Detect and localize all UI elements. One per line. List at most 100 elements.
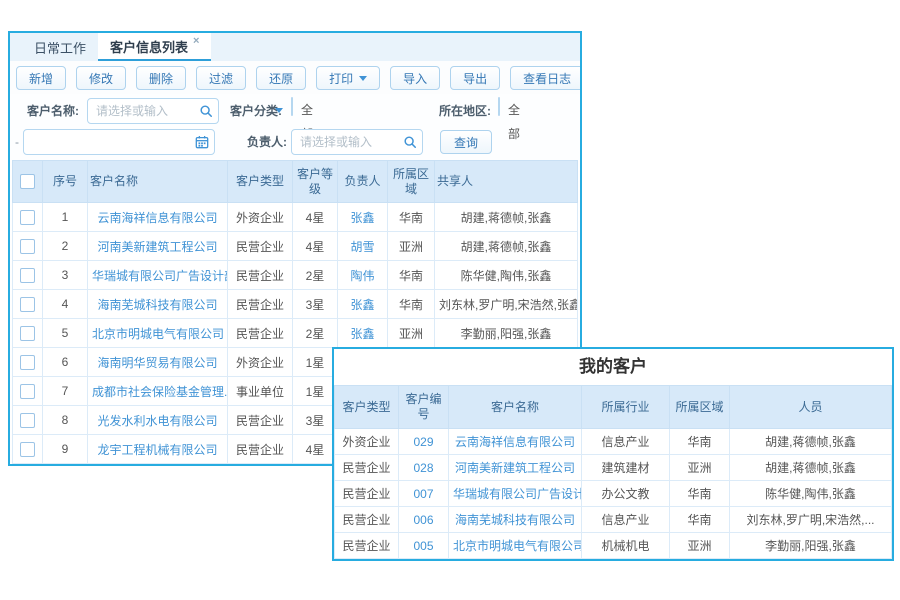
row-checkbox[interactable]	[20, 384, 35, 399]
customer-code-link[interactable]: 005	[413, 539, 433, 553]
customer-name-input[interactable]	[87, 98, 219, 124]
search-button[interactable]: 查询	[440, 130, 492, 154]
owner-link[interactable]: 张鑫	[350, 327, 374, 341]
select-all-checkbox[interactable]	[20, 174, 35, 189]
customer-name-link[interactable]: 北京市明城电气有限公司	[453, 539, 582, 553]
row-checkbox[interactable]	[20, 442, 35, 457]
cell-region: 华南	[670, 507, 730, 533]
cell-customer-type: 民营企业	[335, 481, 399, 507]
customer-code-link[interactable]: 028	[413, 461, 433, 475]
owner-input[interactable]	[291, 129, 423, 155]
cell-customer-name: 海南芜城科技有限公司	[88, 290, 228, 319]
row-checkbox[interactable]	[20, 355, 35, 370]
customer-name-link[interactable]: 河南美新建筑工程公司	[455, 461, 575, 475]
customer-name-link[interactable]: 成都市社会保险基金管理...	[92, 385, 228, 399]
edit-button[interactable]: 修改	[76, 66, 126, 90]
owner-link[interactable]: 胡雪	[350, 240, 374, 254]
column-header: 客户编号	[399, 386, 449, 429]
category-select[interactable]: 全部	[291, 97, 293, 116]
table-row: 民营企业006海南芜城科技有限公司信息产业华南刘东林,罗广明,宋浩然,...	[335, 507, 892, 533]
customer-code-link[interactable]: 007	[413, 487, 433, 501]
row-checkbox[interactable]	[20, 268, 35, 283]
cell-customer-level: 2星	[293, 261, 338, 290]
owner-link[interactable]: 陶伟	[350, 269, 374, 283]
filter-button[interactable]: 过滤	[196, 66, 246, 90]
customer-name-link[interactable]: 北京市明城电气有限公司	[92, 327, 224, 341]
export-button[interactable]: 导出	[450, 66, 500, 90]
cell-customer-name: 云南海祥信息有限公司	[449, 429, 582, 455]
customer-name-link[interactable]: 海南芜城科技有限公司	[97, 298, 217, 312]
row-checkbox[interactable]	[20, 239, 35, 254]
column-header: 序号	[43, 161, 88, 203]
cell-customer-name: 华瑞城有限公司广告设计部	[449, 481, 582, 507]
date-input[interactable]	[23, 129, 215, 155]
cell-customer-type: 外资企业	[228, 348, 293, 377]
row-checkbox[interactable]	[20, 210, 35, 225]
customer-name-link[interactable]: 海南明华贸易有限公司	[97, 356, 217, 370]
delete-button[interactable]: 删除	[136, 66, 186, 90]
cell-customer-type: 民营企业	[335, 455, 399, 481]
cell-shared: 李勤丽,阳强,张鑫	[435, 319, 578, 348]
customer-name-link[interactable]: 海南芜城科技有限公司	[455, 513, 575, 527]
cell-no: 8	[43, 406, 88, 435]
restore-button[interactable]: 还原	[256, 66, 306, 90]
cell-region: 亚洲	[388, 232, 435, 261]
row-checkbox[interactable]	[20, 326, 35, 341]
column-header: 共享人	[435, 161, 578, 203]
view-log-button[interactable]: 查看日志	[510, 66, 582, 90]
cell-customer-name: 龙宇工程机械有限公司	[88, 435, 228, 464]
region-select[interactable]: 全部	[498, 97, 500, 116]
cell-customer-type: 外资企业	[335, 429, 399, 455]
cell-customer-level: 4星	[293, 203, 338, 232]
filter-area: 客户名称: 客户分类: 全部 所在地区: 全部 -	[10, 94, 580, 160]
tab-label: 日常工作	[34, 38, 86, 57]
customer-name-link[interactable]: 光发水利水电有限公司	[97, 414, 217, 428]
cell-no: 4	[43, 290, 88, 319]
checkbox-cell	[13, 406, 43, 435]
my-customers-table: 客户类型客户编号客户名称所属行业所属区域人员 外资企业 029 云南海祥信息有限公司…	[334, 385, 892, 559]
customer-name-link[interactable]: 龙宇工程机械有限公司	[97, 443, 217, 457]
cell-people: 胡建,蒋德帧,张鑫	[730, 429, 892, 455]
cell-no: 9	[43, 435, 88, 464]
owner-link[interactable]: 张鑫	[350, 298, 374, 312]
customer-name-link[interactable]: 河南美新建筑工程公司	[97, 240, 217, 254]
cell-customer-level: 4星	[293, 435, 338, 464]
column-header: 客户类型	[228, 161, 293, 203]
cell-people: 刘东林,罗广明,宋浩然,...	[730, 507, 892, 533]
print-button[interactable]: 打印	[316, 66, 380, 90]
header-row: 客户类型客户编号客户名称所属行业所属区域人员	[335, 386, 892, 429]
cell-industry: 办公文教	[582, 481, 670, 507]
cell-customer-level: 3星	[293, 290, 338, 319]
tab-customer-list[interactable]: 客户信息列表×	[98, 33, 211, 61]
customer-code-link[interactable]: 029	[413, 435, 433, 449]
tab-daily-work[interactable]: 日常工作	[22, 33, 98, 61]
checkbox-cell	[13, 290, 43, 319]
customer-name-link[interactable]: 云南海祥信息有限公司	[455, 435, 575, 449]
tab-bar: 日常工作客户信息列表×	[10, 33, 580, 61]
cell-industry: 机械机电	[582, 533, 670, 559]
cell-shared: 刘东林,罗广明,宋浩然,张鑫	[435, 290, 578, 319]
chevron-down-icon	[275, 108, 283, 113]
cell-customer-level: 1星	[293, 377, 338, 406]
row-checkbox[interactable]	[20, 413, 35, 428]
button-label: 导入	[403, 70, 427, 87]
close-icon[interactable]: ×	[193, 36, 199, 47]
customer-name-link[interactable]: 华瑞城有限公司广告设计部	[453, 487, 582, 501]
cell-customer-type: 事业单位	[228, 377, 293, 406]
customer-name-link[interactable]: 华瑞城有限公司广告设计部	[92, 269, 228, 283]
add-button[interactable]: 新增	[16, 66, 66, 90]
select-all-cell	[13, 161, 43, 203]
table-row: 民营企业007华瑞城有限公司广告设计部办公文教华南陈华健,陶伟,张鑫	[335, 481, 892, 507]
button-label: 修改	[89, 70, 113, 87]
owner-link[interactable]: 张鑫	[350, 211, 374, 225]
cell-customer-name: 北京市明城电气有限公司	[449, 533, 582, 559]
cell-industry: 信息产业	[582, 507, 670, 533]
customer-name-link[interactable]: 云南海祥信息有限公司	[97, 211, 217, 225]
cell-no: 3	[43, 261, 88, 290]
customer-code-link[interactable]: 006	[413, 513, 433, 527]
row-checkbox[interactable]	[20, 297, 35, 312]
column-header: 客户类型	[335, 386, 399, 429]
cell-customer-name: 河南美新建筑工程公司	[88, 232, 228, 261]
table-row: 民营企业005北京市明城电气有限公司机械机电亚洲李勤丽,阳强,张鑫	[335, 533, 892, 559]
import-button[interactable]: 导入	[390, 66, 440, 90]
